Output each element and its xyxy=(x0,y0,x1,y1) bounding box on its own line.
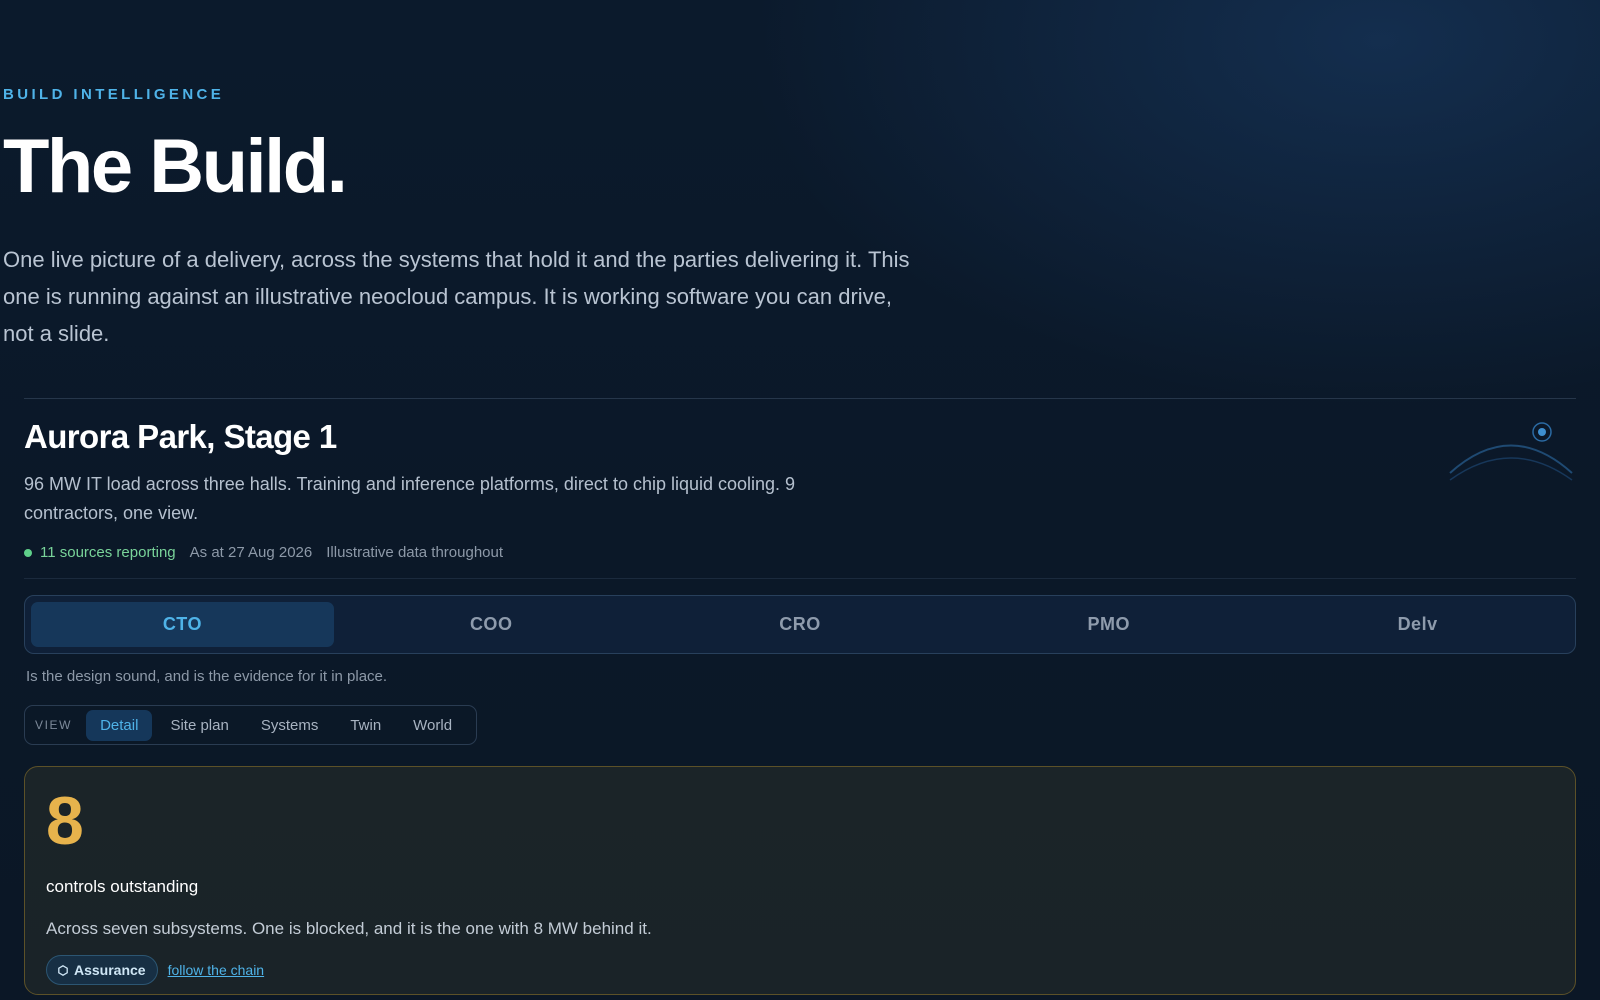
project-meta: 11 sources reporting As at 27 Aug 2026 I… xyxy=(24,544,1576,561)
tab-cro[interactable]: CRO xyxy=(649,602,952,647)
section-divider xyxy=(24,398,1576,399)
view-detail-button[interactable]: Detail xyxy=(86,709,153,741)
card-actions: Assurance follow the chain xyxy=(46,955,1554,985)
live-status-dot-icon xyxy=(24,548,32,557)
meta-divider xyxy=(24,578,1576,579)
tab-pmo[interactable]: PMO xyxy=(957,602,1260,647)
page: BUILD INTELLIGENCE The Build. One live p… xyxy=(0,0,1600,1000)
hexagon-icon xyxy=(58,964,68,976)
tab-delv[interactable]: Delv xyxy=(1266,602,1569,647)
hero-lede: One live picture of a delivery, across t… xyxy=(3,247,910,346)
controls-count: 8 xyxy=(46,783,84,859)
tab-cto[interactable]: CTO xyxy=(31,602,334,647)
view-twin-button[interactable]: Twin xyxy=(336,710,395,741)
assurance-chip[interactable]: Assurance xyxy=(46,955,158,985)
sources-reporting: 11 sources reporting xyxy=(40,544,176,561)
role-caption: Is the design sound, and is the evidence… xyxy=(26,668,388,685)
project-description: 96 MW IT load across three halls. Traini… xyxy=(24,474,796,523)
page-title: The Build. xyxy=(3,124,348,209)
project-title: Aurora Park, Stage 1 xyxy=(24,418,337,455)
role-tabs: CTO COO CRO PMO Delv xyxy=(24,595,1576,654)
follow-the-chain-link[interactable]: follow the chain xyxy=(168,962,265,978)
assurance-chip-label: Assurance xyxy=(74,962,146,978)
view-systems-button[interactable]: Systems xyxy=(247,710,333,741)
hero: BUILD INTELLIGENCE The Build. One live p… xyxy=(3,86,923,352)
tab-coo[interactable]: COO xyxy=(340,602,643,647)
controls-outstanding-card: 8 controls outstanding Across seven subs… xyxy=(24,766,1576,995)
view-world-button[interactable]: World xyxy=(399,710,466,741)
project-header: Aurora Park, Stage 1 96 MW IT load acros… xyxy=(24,418,1576,561)
view-site-plan-button[interactable]: Site plan xyxy=(156,710,242,741)
hero-eyebrow: BUILD INTELLIGENCE xyxy=(3,86,225,103)
card-label: controls outstanding xyxy=(46,877,199,896)
view-switcher: VIEW Detail Site plan Systems Twin World xyxy=(24,705,477,745)
illustrative-note: Illustrative data throughout xyxy=(326,544,504,561)
as-at-date: As at 27 Aug 2026 xyxy=(189,544,313,561)
campus-arc-logo-icon xyxy=(1449,422,1573,481)
view-label: VIEW xyxy=(35,718,73,732)
card-body: Across seven subsystems. One is blocked,… xyxy=(46,919,652,938)
